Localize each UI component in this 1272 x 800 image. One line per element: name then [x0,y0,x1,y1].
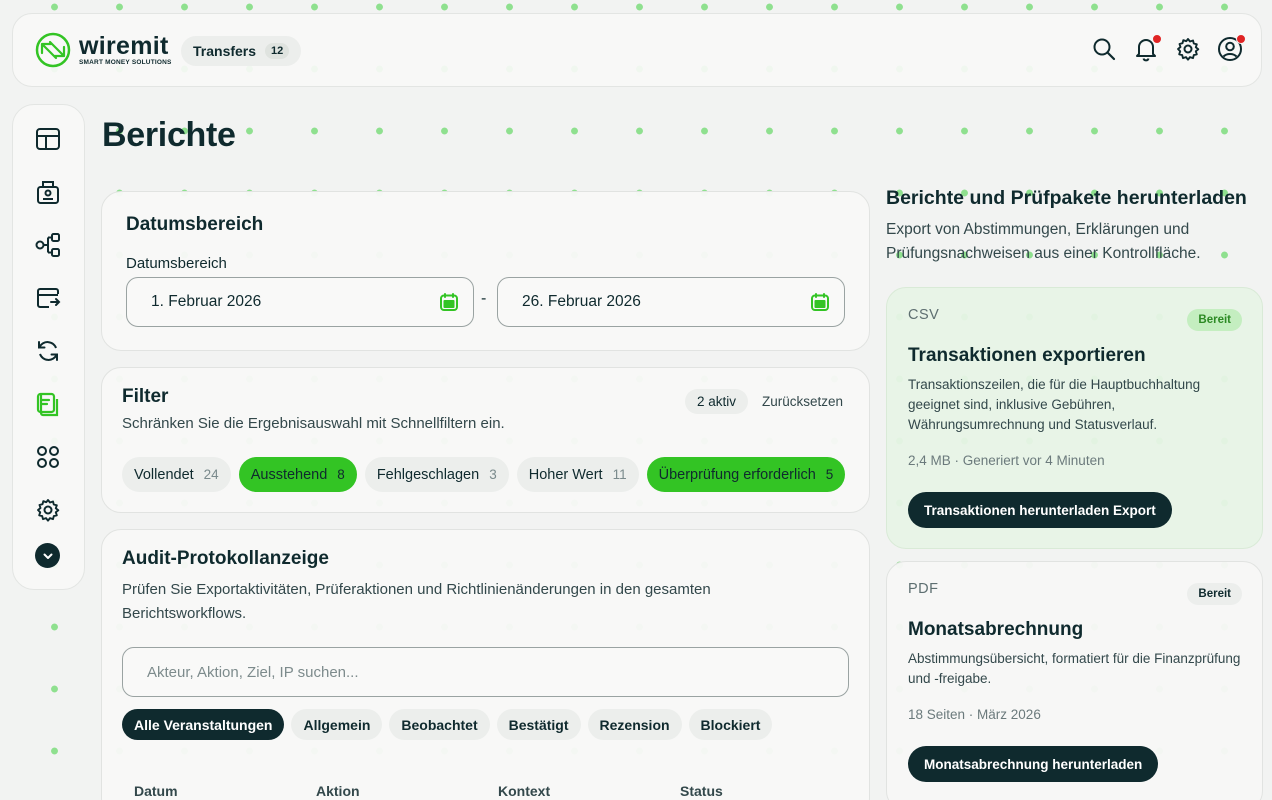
filter-chip-vollendet[interactable]: Vollendet 24 [122,457,231,492]
sidebar-item-apps[interactable] [34,443,62,471]
wallet-transfer-icon [37,288,61,308]
tab-rezension[interactable]: Rezension [587,709,682,740]
transfers-label: Transfers [193,43,257,59]
reset-filters-link[interactable]: Zurücksetzen [762,394,843,409]
profile-button[interactable] [1217,34,1246,62]
refresh-icon [38,341,58,361]
download-statement-button[interactable]: Monatsabrechnung herunterladen [908,746,1159,782]
downloads-title: Berichte und Prüfpakete herunterladen [886,187,1247,209]
filter-chips: Vollendet 24 Ausstehend 8 Fehlgeschlagen 3 … [122,457,846,492]
filter-chip-count: 24 [203,467,219,482]
status-badge: Bereit [1187,583,1242,605]
settings-button[interactable] [1175,36,1201,62]
date-range-separator: - [481,290,487,307]
search-button[interactable] [1091,36,1117,62]
date-from-value: 1. Februar 2026 [151,293,262,310]
safe-icon [37,181,59,204]
date-range-label: Datumsbereich [126,255,227,272]
filter-chip-label: Fehlgeschlagen [376,466,480,483]
tab-alle-veranstaltungen[interactable]: Alle Veranstaltungen [122,709,285,740]
audit-log-card: Audit-Protokollanzeige Prüfen Sie Export… [101,529,870,800]
top-bar: wiremit SMART MONEY SOLUTIONS Transfers … [12,13,1262,87]
notification-dot [1152,34,1162,44]
transfers-chip[interactable]: Transfers 12 [181,36,302,66]
notifications-button[interactable] [1133,34,1162,62]
download-card-csv: CSV Bereit Transaktionen exportieren Tra… [886,287,1263,549]
date-range-title: Datumsbereich [126,214,264,235]
tab-blockiert[interactable]: Blockiert [688,709,773,740]
workflow-icon [35,233,60,257]
filter-chip-label: Überprüfung erforderlich [658,466,816,483]
brand-name: wiremit [79,32,169,60]
download-card-title: Transaktionen exportieren [908,345,1146,366]
tab-bestaetigt[interactable]: Bestätigt [496,709,581,740]
download-card-description: Transaktionszeilen, die für die Hauptbuc… [908,377,1201,432]
filter-chip-count: 3 [489,467,497,482]
audit-table-header: Datum Aktion Kontext Status [134,783,862,799]
audit-description: Prüfen Sie Exportaktivitäten, Prüferakti… [122,581,711,622]
sidebar-item-sync[interactable] [34,337,62,365]
layout-icon [36,128,60,150]
profile-alert-dot [1236,34,1246,44]
sidebar-item-workflows[interactable] [34,231,62,259]
downloads-description: Export von Abstimmungen, Erklärungen und… [886,221,1201,262]
settings-icon [37,499,60,522]
download-card-meta: 2,4 MB · Generiert vor 4 Minuten [908,453,1105,468]
tab-beobachtet[interactable]: Beobachtet [389,709,490,740]
wiremit-logo-icon [35,32,71,68]
date-range-card: Datumsbereich Datumsbereich 1. Februar 2… [101,191,870,351]
sidebar-item-safe[interactable] [34,178,62,206]
file-format-label: PDF [908,581,939,597]
download-card-description: Abstimmungsübersicht, formatiert für die… [908,651,1241,686]
chevron-down-icon [43,553,52,559]
sidebar-item-reports[interactable] [34,390,62,418]
tab-allgemein[interactable]: Allgemein [291,709,383,740]
search-icon [1093,38,1116,61]
filter-card: Filter Schränken Sie die Ergebnisauswahl… [101,367,870,513]
filter-chip-label: Ausstehend [250,466,328,483]
sidebar-expand-button[interactable] [35,543,60,568]
filter-chip-count: 8 [337,467,345,482]
filter-chip-hoher-wert[interactable]: Hoher Wert 11 [516,457,639,492]
filter-description: Schränken Sie die Ergebnisauswahl mit Sc… [122,415,505,432]
date-to-field[interactable]: 26. Februar 2026 [497,277,845,327]
column-header-kontext[interactable]: Kontext [498,783,680,799]
filter-chip-count: 11 [612,467,627,482]
date-from-field[interactable]: 1. Februar 2026 [126,277,474,327]
date-to-value: 26. Februar 2026 [522,293,641,310]
audit-title: Audit-Protokollanzeige [122,548,329,569]
filter-chip-count: 5 [825,467,834,482]
download-card-title: Monatsabrechnung [908,619,1084,640]
file-format-label: CSV [908,307,940,323]
gear-icon [1177,38,1200,61]
filter-chip-fehlgeschlagen[interactable]: Fehlgeschlagen 3 [364,457,509,492]
brand-logo[interactable]: wiremit SMART MONEY SOLUTIONS [33,32,172,68]
filter-chip-label: Vollendet [134,466,194,483]
column-header-aktion[interactable]: Aktion [316,783,498,799]
page-title: Berichte [102,116,236,154]
download-transactions-button[interactable]: Transaktionen herunterladen Export [908,492,1172,528]
active-filters-badge: 2 aktiv [685,389,749,414]
transfers-count-badge: 12 [265,43,290,59]
reports-icon [36,392,59,417]
calendar-icon[interactable] [439,292,459,312]
column-header-datum[interactable]: Datum [134,783,316,799]
filter-chip-ausstehend[interactable]: Ausstehend 8 [238,457,357,492]
audit-event-tabs: Alle Veranstaltungen Allgemein Beobachte… [122,709,773,740]
brand-tagline: SMART MONEY SOLUTIONS [79,59,172,66]
sidebar-item-transfers[interactable] [34,284,62,312]
filter-chip-label: Hoher Wert [528,466,603,483]
sidebar-item-dashboard[interactable] [34,125,62,153]
download-card-pdf: PDF Bereit Monatsabrechnung Abstimmungsü… [886,561,1263,800]
calendar-icon[interactable] [810,292,830,312]
download-card-meta: 18 Seiten · März 2026 [908,707,1041,722]
sidebar [12,104,85,590]
column-header-status[interactable]: Status [680,783,862,799]
status-badge: Bereit [1187,309,1242,331]
audit-search-input[interactable] [122,647,849,697]
filter-title: Filter [122,386,169,407]
sidebar-item-settings[interactable] [34,496,62,524]
filter-chip-ueberpruefung[interactable]: Überprüfung erforderlich 5 [646,457,846,492]
grid-icon [37,446,59,468]
